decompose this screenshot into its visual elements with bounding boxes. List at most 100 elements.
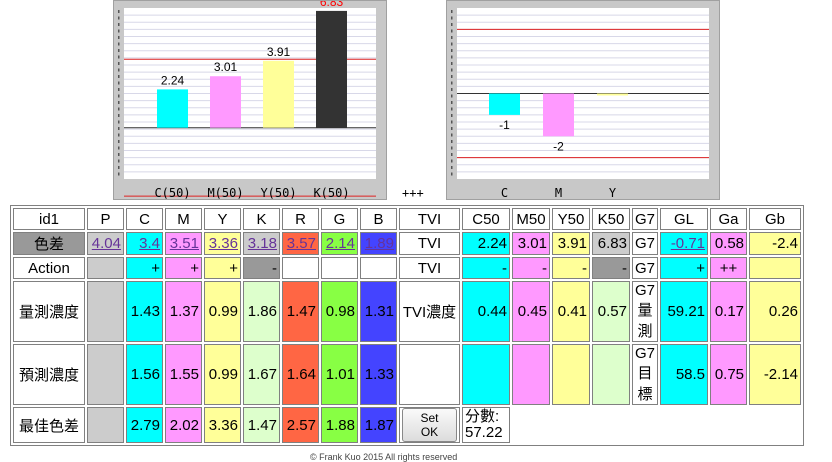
axis-tick-mark bbox=[451, 62, 453, 65]
action-c-cell: + bbox=[126, 257, 163, 279]
axis-tick-mark bbox=[118, 140, 120, 143]
axis-tick-mark bbox=[118, 166, 120, 169]
axis-tick-mark bbox=[118, 146, 120, 150]
axis-tick-mark bbox=[451, 16, 453, 20]
predicted-tvi-cell bbox=[399, 344, 460, 405]
axis-tick-mark bbox=[451, 127, 453, 130]
col-header-g: G bbox=[321, 208, 358, 230]
measured-c50-value: 0.44 bbox=[462, 281, 510, 342]
col-header-y: Y bbox=[204, 208, 241, 230]
action-p-cell bbox=[87, 257, 124, 279]
action-m-cell: + bbox=[165, 257, 202, 279]
measured-g7-label: G7量測 bbox=[632, 281, 659, 342]
score-value: 57.22 bbox=[465, 424, 503, 441]
action-r-cell bbox=[282, 257, 319, 279]
data-label: 6.83 bbox=[320, 1, 344, 9]
axis-tick-mark bbox=[451, 133, 453, 137]
gray-balance-chart-panel: -1 C -2 M Y bbox=[446, 0, 720, 200]
diff-y-link[interactable]: 3.36 bbox=[209, 235, 238, 252]
measured-p-cell bbox=[87, 281, 124, 342]
data-label: 3.91 bbox=[267, 45, 291, 59]
diff-gb-value: -2.4 bbox=[749, 232, 802, 255]
axis-tick-mark bbox=[118, 159, 120, 163]
col-header-m: M bbox=[165, 208, 202, 230]
row-label-measured: 量測濃度 bbox=[13, 281, 85, 342]
data-label: -1 bbox=[499, 118, 510, 132]
diff-gl-link[interactable]: -0.71 bbox=[671, 235, 705, 252]
bar bbox=[597, 93, 628, 96]
predicted-gb-value: -2.14 bbox=[749, 344, 802, 405]
predicted-gl-value: 58.5 bbox=[660, 344, 709, 405]
action-b-cell bbox=[360, 257, 397, 279]
col-header-c50: C50 bbox=[462, 208, 510, 230]
bar bbox=[263, 60, 294, 128]
col-header-tvi: TVI bbox=[399, 208, 460, 230]
row-label-best: 最佳色差 bbox=[13, 407, 85, 443]
diff-m-link[interactable]: 3.51 bbox=[170, 235, 199, 252]
set-ok-cell: Set OK bbox=[399, 407, 460, 443]
best-b-value: 1.87 bbox=[360, 407, 397, 443]
predicted-p-cell bbox=[87, 344, 124, 405]
diff-g-link[interactable]: 2.14 bbox=[326, 235, 355, 252]
diff-b-link[interactable]: 1.89 bbox=[365, 235, 394, 252]
category-label: M(50) bbox=[207, 186, 243, 200]
diff-p-link[interactable]: 4.04 bbox=[92, 235, 121, 252]
axis-tick-mark bbox=[118, 68, 120, 72]
action-k-cell: - bbox=[243, 257, 280, 279]
diff-m50-value: 3.01 bbox=[512, 232, 550, 255]
best-r-value: 2.57 bbox=[282, 407, 319, 443]
tvi-bar-chart: 2.24 C(50) 3.01 M(50) 3.91 Y(50) 6.83 K(50) bbox=[118, 1, 376, 200]
bar bbox=[543, 93, 574, 137]
action-m50-cell: - bbox=[512, 257, 550, 279]
axis-tick-mark bbox=[451, 75, 453, 78]
axis-tick-mark bbox=[451, 153, 453, 156]
predicted-g-value: 1.01 bbox=[321, 344, 358, 405]
diff-r-link[interactable]: 3.57 bbox=[287, 235, 316, 252]
axis-tick-mark bbox=[451, 29, 453, 33]
diff-c-link[interactable]: 3.4 bbox=[139, 235, 160, 252]
col-header-m50: M50 bbox=[512, 208, 550, 230]
axis-tick-mark bbox=[451, 36, 453, 39]
copyright-footer: © Frank Kuo 2015 All rights reserved bbox=[310, 452, 458, 462]
best-p-cell bbox=[87, 407, 124, 443]
diff-k50-value: 6.83 bbox=[592, 232, 630, 255]
axis-tick-mark bbox=[118, 153, 120, 156]
diff-c50-value: 2.24 bbox=[462, 232, 510, 255]
measured-ga-value: 0.17 bbox=[710, 281, 748, 342]
gray-balance-bar-chart: -1 C -2 M Y bbox=[451, 8, 709, 200]
action-g7-label: G7 bbox=[632, 257, 659, 279]
action-gb-cell bbox=[749, 257, 802, 279]
category-label: K(50) bbox=[313, 186, 349, 200]
axis-tick-mark bbox=[118, 23, 120, 26]
predicted-m50-cell bbox=[512, 344, 550, 405]
axis-tick-mark bbox=[118, 36, 120, 39]
category-label: C(50) bbox=[154, 186, 190, 200]
color-data-table: id1 P C M Y K R G B TVI C50 M50 Y50 K50 … bbox=[10, 205, 805, 446]
measured-b-value: 1.31 bbox=[360, 281, 397, 342]
action-tvi-label: TVI bbox=[399, 257, 460, 279]
axis-tick-mark bbox=[451, 55, 453, 59]
bar bbox=[316, 10, 347, 128]
col-header-p: P bbox=[87, 208, 124, 230]
measured-y-value: 0.99 bbox=[204, 281, 241, 342]
axis-tick-mark bbox=[118, 120, 120, 124]
col-header-r: R bbox=[282, 208, 319, 230]
axis-tick-mark bbox=[118, 49, 120, 52]
diff-k-link[interactable]: 3.18 bbox=[248, 235, 277, 252]
axis-tick-mark bbox=[451, 166, 453, 169]
header-row: id1 P C M Y K R G B TVI C50 M50 Y50 K50 … bbox=[13, 208, 802, 230]
category-label: M bbox=[555, 186, 562, 200]
action-row: Action + + + - TVI - - - - G7 + ++ bbox=[13, 257, 802, 279]
axis-tick-mark bbox=[451, 159, 453, 163]
measured-tvi-label: TVI濃度 bbox=[399, 281, 460, 342]
best-y-value: 3.36 bbox=[204, 407, 241, 443]
category-label: Y(50) bbox=[260, 186, 296, 200]
axis-tick-mark bbox=[118, 172, 120, 176]
set-ok-button[interactable]: Set OK bbox=[402, 408, 457, 442]
measured-k-value: 1.86 bbox=[243, 281, 280, 342]
diff-g7-label: G7 bbox=[632, 232, 659, 255]
col-header-g7: G7 bbox=[632, 208, 659, 230]
col-header-k50: K50 bbox=[592, 208, 630, 230]
predicted-y50-cell bbox=[552, 344, 590, 405]
action-c50-cell: - bbox=[462, 257, 510, 279]
